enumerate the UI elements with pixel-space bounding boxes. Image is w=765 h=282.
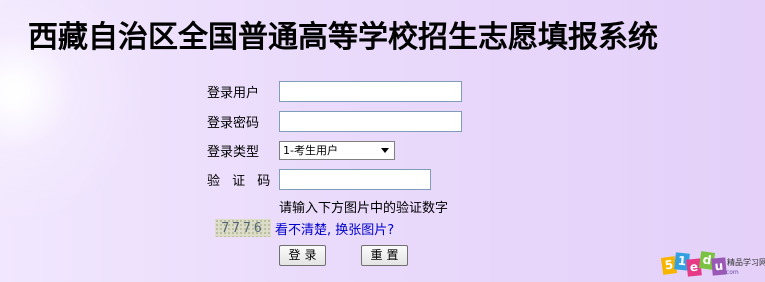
login-form: 登录用户 登录密码 登录类型 1-考生用户 验 证 码 请输入下方图片中的验证数… xyxy=(207,80,527,280)
login-type-selected-value: 1-考生用户 xyxy=(283,144,338,157)
site-watermark-logo: 5 1 e d u 精品学习网 .com xyxy=(660,247,765,282)
captcha-image: 7776 xyxy=(215,219,271,237)
password-row: 登录密码 xyxy=(207,110,462,132)
login-button[interactable]: 登录 xyxy=(279,245,326,266)
username-row: 登录用户 xyxy=(207,80,462,102)
username-input[interactable] xyxy=(279,80,462,102)
login-type-row: 登录类型 1-考生用户 xyxy=(207,139,395,161)
captcha-hint: 请输入下方图片中的验证数字 xyxy=(279,201,449,216)
password-input[interactable] xyxy=(279,110,462,132)
captcha-image-row: 7776 看不清楚, 换张图片? xyxy=(215,218,394,238)
chevron-down-icon xyxy=(381,147,389,153)
watermark-domain: .com xyxy=(724,269,739,276)
captcha-label: 验 证 码 xyxy=(207,173,275,189)
refresh-captcha-link[interactable]: 看不清楚, 换张图片? xyxy=(275,219,394,238)
reset-button[interactable]: 重置 xyxy=(361,245,408,266)
watermark-site-text: 精品学习网 xyxy=(727,258,765,267)
password-label: 登录密码 xyxy=(207,115,260,131)
captcha-row: 验 证 码 xyxy=(207,168,431,190)
captcha-input[interactable] xyxy=(279,168,431,190)
login-type-select[interactable]: 1-考生用户 xyxy=(279,140,395,160)
login-type-label: 登录类型 xyxy=(207,144,260,160)
page-title: 西藏自治区全国普通高等学校招生志愿填报系统 xyxy=(28,20,658,55)
username-label: 登录用户 xyxy=(207,85,260,101)
